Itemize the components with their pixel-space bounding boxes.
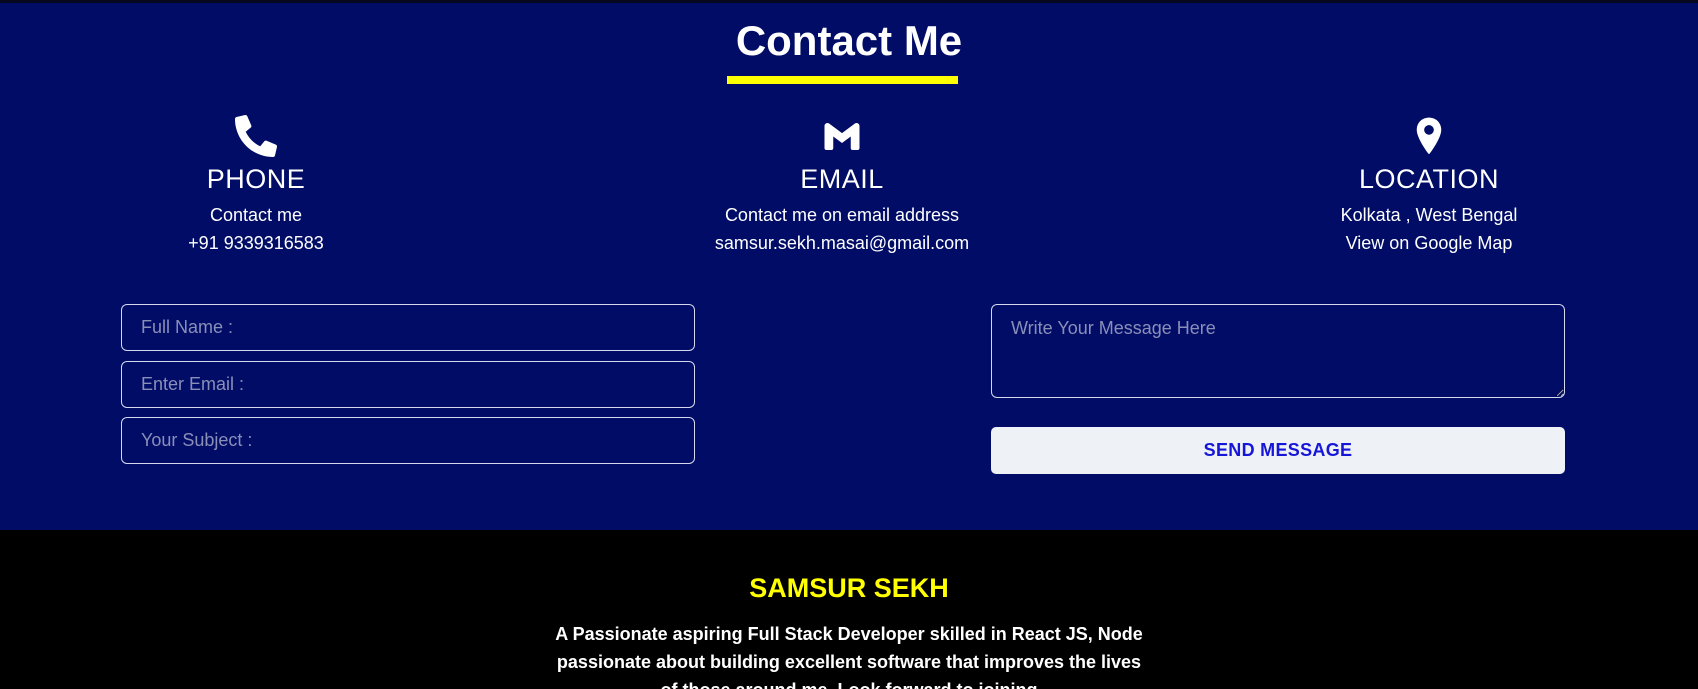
gmail-icon — [824, 122, 860, 150]
email-line-1: Contact me on email address — [724, 205, 960, 225]
phone-label: PHONE — [206, 164, 306, 194]
send-message-button[interactable]: SEND MESSAGE — [991, 427, 1565, 474]
email-label: EMAIL — [800, 164, 884, 194]
google-map-link[interactable]: View on Google Map — [1249, 229, 1609, 257]
full-name-input[interactable] — [121, 304, 695, 351]
location-city: Kolkata , West Bengal — [1340, 205, 1518, 225]
contact-heading: Contact Me — [735, 17, 963, 64]
message-textarea[interactable] — [991, 304, 1565, 398]
phone-line-1: Contact me — [209, 205, 303, 225]
location-info: LOCATION Kolkata , West Bengal View on G… — [1249, 115, 1609, 257]
heading-underline — [727, 76, 958, 84]
footer-name: SAMSUR SEKH — [749, 573, 949, 603]
phone-info: PHONE Contact me +91 9339316583 — [76, 115, 436, 257]
contact-section: Contact Me PHONE Contact me +91 93393165… — [0, 0, 1698, 530]
email-address[interactable]: samsur.sekh.masai@gmail.com — [662, 229, 1022, 257]
subject-input[interactable] — [121, 417, 695, 464]
footer-bio: A Passionate aspiring Full Stack Develop… — [555, 624, 1143, 689]
footer: SAMSUR SEKH A Passionate aspiring Full S… — [0, 530, 1698, 689]
email-info: EMAIL Contact me on email address samsur… — [662, 115, 1022, 257]
email-input[interactable] — [121, 361, 695, 408]
location-label: LOCATION — [1358, 164, 1499, 194]
phone-icon — [235, 115, 277, 157]
map-pin-icon — [1416, 117, 1442, 154]
phone-number: +91 9339316583 — [188, 233, 324, 253]
